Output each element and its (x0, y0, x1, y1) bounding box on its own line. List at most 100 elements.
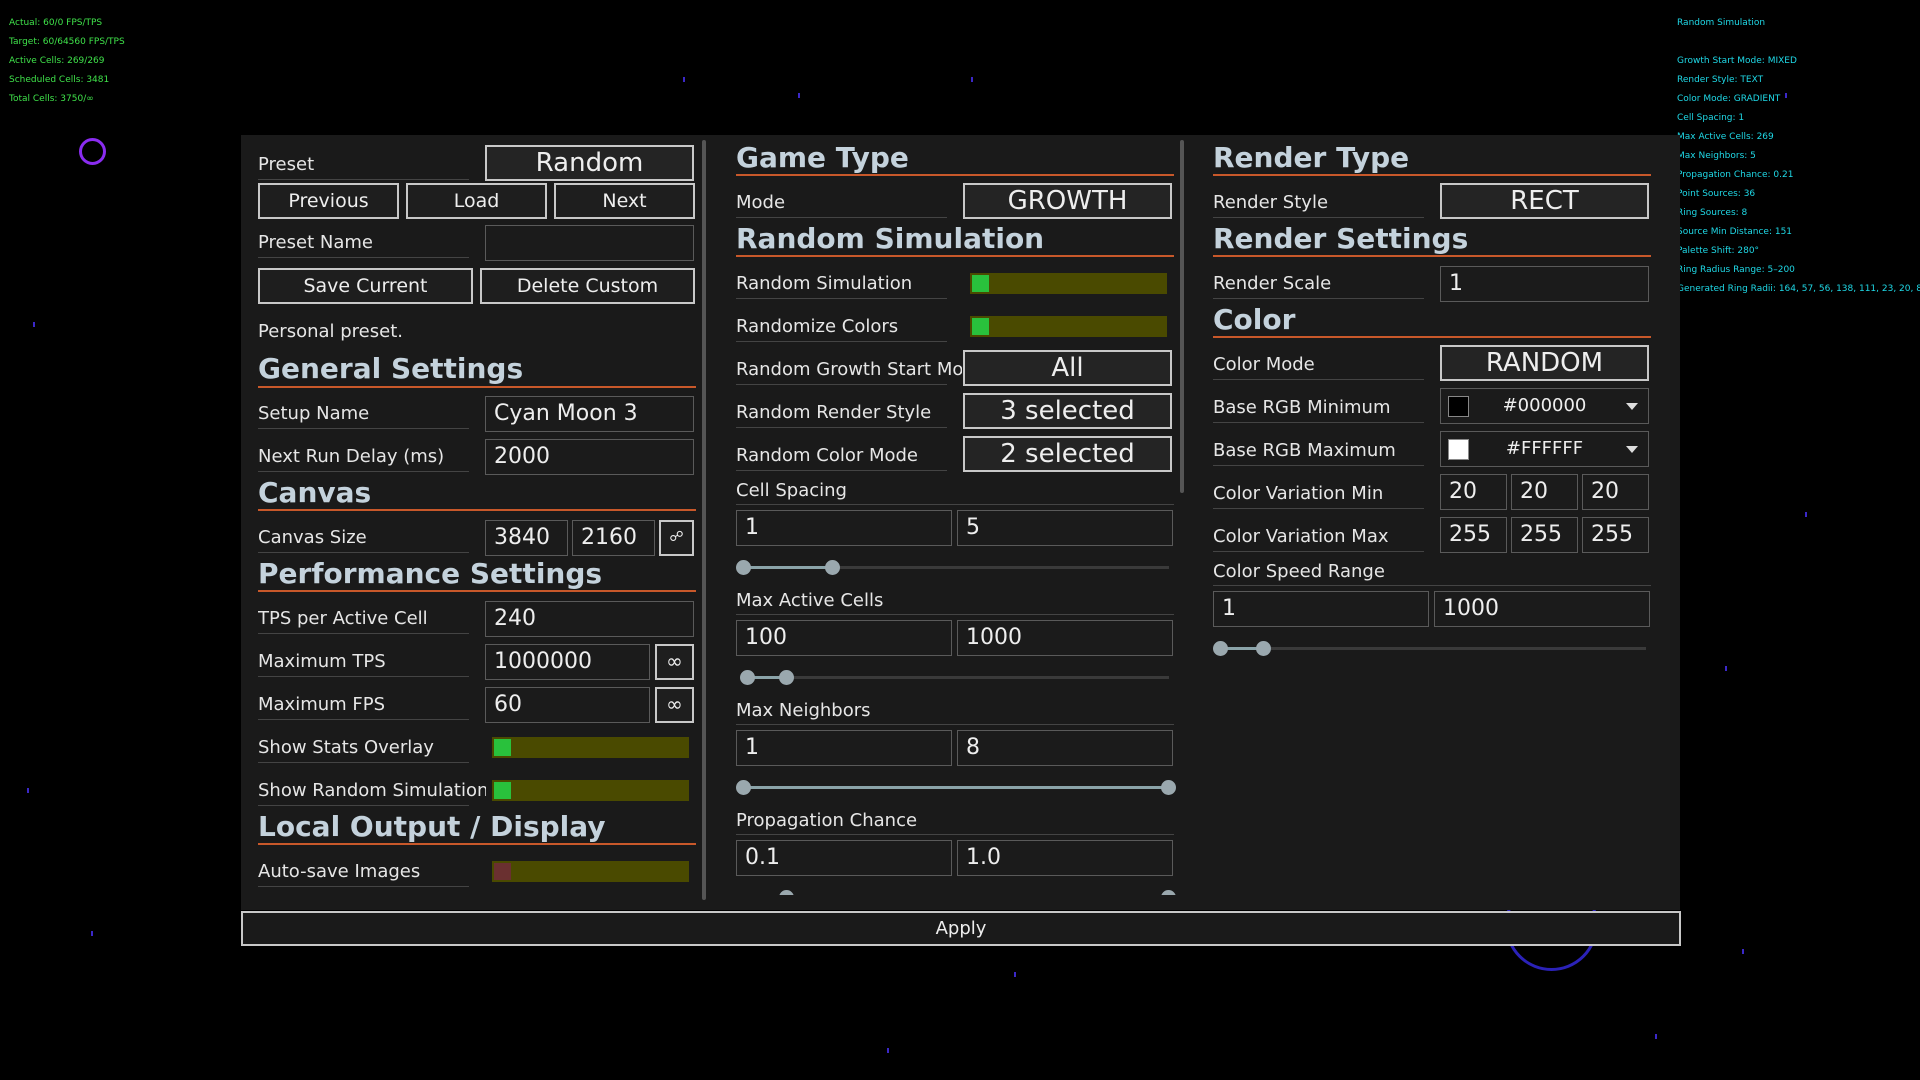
slider-max-thumb[interactable] (778, 670, 794, 685)
show-random-stats-toggle[interactable] (492, 780, 689, 801)
render-scale-input[interactable]: 1 (1440, 266, 1649, 302)
apply-button[interactable]: Apply (241, 911, 1681, 946)
max-neighbors-label: Max Neighbors (736, 700, 871, 721)
slider-min-thumb[interactable] (736, 780, 751, 795)
autosave-row: Auto-save Images (258, 852, 696, 888)
max-tps-input[interactable]: 1000000 (485, 644, 650, 680)
var-min-g-input[interactable]: 20 (1511, 474, 1578, 510)
slider-max-thumb[interactable] (1161, 890, 1176, 895)
cell-spacing-max-input[interactable]: 5 (957, 510, 1173, 546)
canvas-size-row: Canvas Size 3840 2160 ☍ (258, 518, 696, 556)
slider-track[interactable] (744, 676, 1169, 679)
rgb-max-row: Base RGB Maximum #FFFFFF (1213, 431, 1653, 467)
cell-spacing-min-input[interactable]: 1 (736, 510, 952, 546)
delete-custom-button[interactable]: Delete Custom (480, 268, 695, 304)
slider-min-thumb[interactable] (778, 890, 794, 895)
growth-start-dropdown[interactable]: All (963, 350, 1172, 386)
slider-max-thumb[interactable] (1255, 641, 1271, 656)
render-style-dropdown[interactable]: RECT (1440, 183, 1649, 219)
cell-spacing-label: Cell Spacing (736, 480, 847, 501)
presets-general-column[interactable]: Preset Random Previous Load Next Preset … (241, 135, 696, 895)
color-mode-dropdown[interactable]: RANDOM (1440, 345, 1649, 381)
scrollbar[interactable] (1180, 140, 1184, 493)
cell-dot (1725, 666, 1727, 671)
local-output-heading: Local Output / Display (258, 810, 606, 843)
preset-dropdown[interactable]: Random (485, 145, 694, 181)
randomize-colors-row: Randomize Colors (736, 307, 1176, 343)
preset-row: Preset Random (258, 145, 696, 181)
next-run-delay-input[interactable]: 2000 (485, 439, 694, 475)
save-current-button[interactable]: Save Current (258, 268, 473, 304)
cell-dot (798, 93, 800, 98)
var-min-b-input[interactable]: 20 (1582, 474, 1649, 510)
cell-ring (79, 138, 106, 165)
slider-min-thumb[interactable] (1213, 641, 1228, 656)
infinity-icon[interactable]: ∞ (655, 644, 694, 680)
render-settings-heading: Render Settings (1213, 222, 1469, 255)
render-column[interactable]: Render Type Render Style RECT Render Set… (1196, 135, 1680, 895)
rgb-min-picker[interactable]: #000000 (1440, 388, 1649, 424)
var-max-r-input[interactable]: 255 (1440, 517, 1507, 553)
propagation-min-input[interactable]: 0.1 (736, 840, 952, 876)
max-fps-input[interactable]: 60 (485, 687, 650, 723)
propagation-max-input[interactable]: 1.0 (957, 840, 1173, 876)
slider-max-thumb[interactable] (1161, 780, 1176, 795)
setup-name-input[interactable]: Cyan Moon 3 (485, 396, 694, 432)
stat-line: Target: 60/64560 FPS/TPS (9, 37, 125, 47)
next-button[interactable]: Next (554, 183, 695, 219)
var-max-b-input[interactable]: 255 (1582, 517, 1649, 553)
color-mode-random-dropdown[interactable]: 2 selected (963, 436, 1172, 472)
preset-description: Personal preset. (258, 321, 403, 342)
previous-button[interactable]: Previous (258, 183, 399, 219)
rgb-min-row: Base RGB Minimum #000000 (1213, 388, 1653, 424)
canvas-heading: Canvas (258, 476, 372, 509)
game-type-column[interactable]: Game Type Mode GROWTH Random Simulation … (719, 135, 1187, 895)
render-style-random-dropdown[interactable]: 3 selected (963, 393, 1172, 429)
slider-min-thumb[interactable] (740, 670, 756, 685)
slider-track[interactable] (1221, 647, 1646, 650)
random-simulation-heading: Random Simulation (736, 222, 1045, 255)
randomize-colors-toggle[interactable] (970, 316, 1167, 337)
color-variation-max-label: Color Variation Max (1213, 526, 1389, 547)
slider-max-thumb[interactable] (825, 560, 841, 575)
mode-dropdown[interactable]: GROWTH (963, 183, 1172, 219)
autosave-label: Auto-save Images (258, 861, 421, 882)
preset-name-input[interactable] (485, 225, 694, 261)
color-variation-min-row: Color Variation Min 20 20 20 (1213, 474, 1653, 510)
stat-line: Scheduled Cells: 3481 (9, 75, 110, 85)
rgb-max-picker[interactable]: #FFFFFF (1440, 431, 1649, 467)
var-min-r-input[interactable]: 20 (1440, 474, 1507, 510)
slider-min-thumb[interactable] (736, 560, 751, 575)
max-active-min-input[interactable]: 100 (736, 620, 952, 656)
next-run-delay-label: Next Run Delay (ms) (258, 446, 445, 467)
preset-name-row: Preset Name (258, 223, 696, 261)
max-neighbors-min-input[interactable]: 1 (736, 730, 952, 766)
autosave-toggle[interactable] (492, 861, 689, 882)
toggle-knob (494, 863, 511, 880)
render-style-row: Render Style RECT (1213, 183, 1653, 219)
show-stats-toggle[interactable] (492, 737, 689, 758)
load-button[interactable]: Load (406, 183, 547, 219)
canvas-height-input[interactable]: 2160 (572, 520, 655, 556)
render-style-random-label: Random Render Style (736, 402, 932, 423)
canvas-size-label: Canvas Size (258, 527, 367, 548)
toggle-knob (494, 739, 511, 756)
max-active-max-input[interactable]: 1000 (957, 620, 1173, 656)
canvas-width-input[interactable]: 3840 (485, 520, 568, 556)
random-sim-toggle[interactable] (970, 273, 1167, 294)
stat-line: Cell Spacing: 1 (1677, 113, 1745, 123)
scrollbar[interactable] (702, 140, 706, 900)
tps-per-cell-input[interactable]: 240 (485, 601, 694, 637)
chevron-down-icon (1626, 446, 1638, 453)
max-neighbors-max-input[interactable]: 8 (957, 730, 1173, 766)
rgb-min-value: #000000 (1502, 395, 1587, 416)
color-mode-random-label: Random Color Mode (736, 445, 919, 466)
slider-fill (744, 566, 834, 569)
var-max-g-input[interactable]: 255 (1511, 517, 1578, 553)
infinity-icon[interactable]: ∞ (655, 687, 694, 723)
link-aspect-icon[interactable]: ☍ (659, 520, 694, 556)
color-speed-max-input[interactable]: 1000 (1434, 591, 1650, 627)
render-style-random-row: Random Render Style 3 selected (736, 393, 1176, 429)
random-sim-row: Random Simulation (736, 264, 1176, 300)
color-speed-min-input[interactable]: 1 (1213, 591, 1429, 627)
